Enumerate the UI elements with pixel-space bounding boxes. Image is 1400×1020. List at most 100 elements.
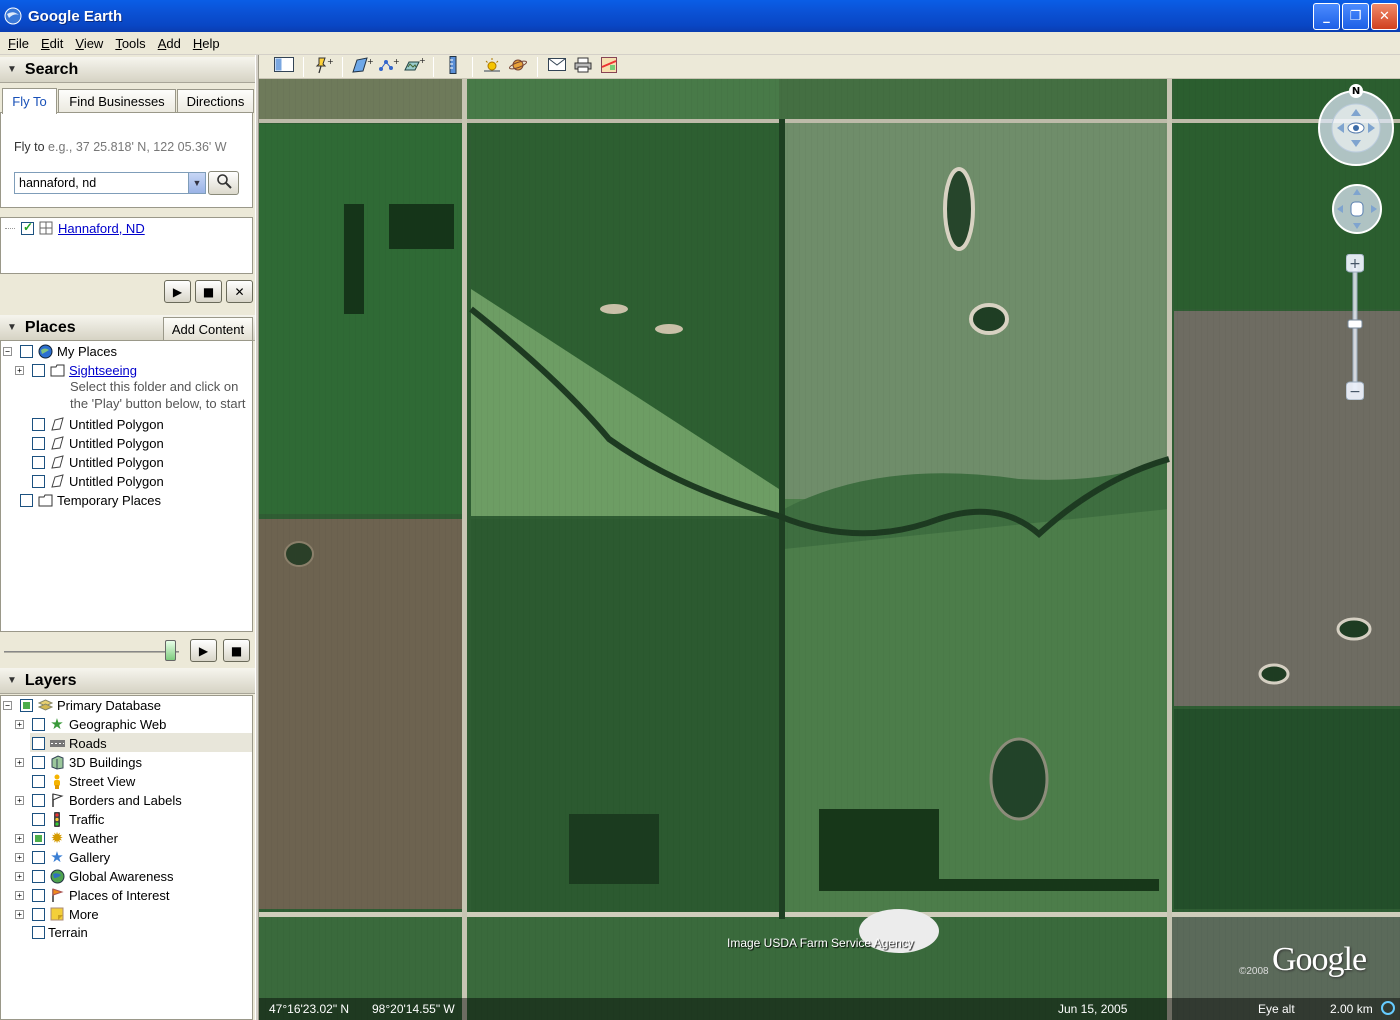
expand-icon[interactable]: + — [15, 871, 24, 881]
expand-icon[interactable]: + — [15, 719, 24, 729]
tree-item-sightseeing[interactable]: + Sightseeing — [15, 362, 137, 378]
polygon-checkbox[interactable] — [32, 474, 45, 488]
history-dropdown-button[interactable]: ▼ — [188, 173, 205, 193]
view-in-maps-button[interactable] — [596, 56, 622, 78]
search-play-button[interactable]: ▶ — [164, 280, 191, 303]
layer-places-of-interest[interactable]: + Places of Interest — [15, 887, 169, 903]
layer-traffic[interactable]: Traffic — [32, 811, 104, 827]
sightseeing-checkbox[interactable] — [32, 363, 45, 377]
layer-checkbox[interactable] — [32, 717, 45, 731]
layer-terrain[interactable]: Terrain — [32, 925, 88, 940]
result-checkbox[interactable] — [21, 220, 34, 235]
tab-directions[interactable]: Directions — [177, 89, 254, 113]
search-clear-button[interactable]: ✕ — [226, 280, 253, 303]
search-stop-button[interactable]: ■ — [195, 280, 222, 303]
tree-item-my-places[interactable]: − My Places — [3, 343, 117, 359]
expand-icon[interactable]: + — [15, 795, 24, 805]
expand-icon[interactable]: + — [15, 757, 24, 767]
menu-help[interactable]: Help — [187, 36, 226, 51]
layer-more[interactable]: + More — [15, 906, 99, 922]
my-places-checkbox[interactable] — [20, 344, 33, 358]
layer-gallery[interactable]: + ★ Gallery — [15, 849, 110, 866]
expand-icon[interactable]: + — [15, 909, 24, 919]
add-placemark-button[interactable]: + — [310, 56, 336, 78]
layer-borders-labels[interactable]: + Borders and Labels — [15, 792, 182, 808]
layer-geographic-web[interactable]: + ★ Geographic Web — [15, 716, 166, 733]
tree-item-temporary-places[interactable]: Temporary Places — [20, 492, 161, 508]
layer-3d-buildings[interactable]: + 3D Buildings — [15, 754, 142, 770]
layer-checkbox[interactable] — [32, 850, 45, 864]
menu-tools[interactable]: Tools — [109, 36, 151, 51]
add-image-overlay-button[interactable]: + — [401, 56, 427, 78]
layer-roads[interactable]: Roads — [32, 735, 107, 751]
collapse-icon[interactable]: − — [3, 700, 12, 710]
email-button[interactable] — [544, 56, 570, 78]
search-button[interactable] — [208, 171, 239, 195]
compass-north[interactable]: N — [1349, 84, 1363, 98]
layer-checkbox[interactable] — [32, 755, 45, 769]
move-joystick[interactable] — [1331, 183, 1383, 235]
look-joystick[interactable] — [1317, 89, 1395, 167]
menu-add[interactable]: Add — [152, 36, 187, 51]
layer-checkbox[interactable] — [32, 926, 45, 939]
ruler-button[interactable] — [440, 55, 466, 78]
layer-checkbox[interactable] — [32, 869, 45, 883]
tour-slider-track[interactable] — [4, 651, 179, 653]
tree-item-polygon[interactable]: Untitled Polygon — [32, 435, 164, 451]
layer-checkbox[interactable] — [32, 831, 45, 845]
close-icon: ✕ — [234, 284, 245, 299]
menu-file[interactable]: File — [2, 36, 35, 51]
add-content-button[interactable]: Add Content — [163, 317, 253, 341]
tree-item-label: Untitled Polygon — [69, 435, 164, 451]
layer-primary-database[interactable]: − Primary Database — [3, 697, 161, 713]
expand-icon[interactable]: + — [15, 890, 24, 900]
layer-checkbox[interactable] — [32, 774, 45, 788]
map-viewport[interactable]: N + − Image USDA Farm Service Agency ©20… — [259, 79, 1400, 1020]
menu-view[interactable]: View — [69, 36, 109, 51]
collapse-icon[interactable]: − — [3, 346, 12, 356]
layer-label: Places of Interest — [69, 887, 170, 903]
tree-item-polygon[interactable]: Untitled Polygon — [32, 454, 164, 470]
tree-item-label[interactable]: Sightseeing — [69, 363, 137, 378]
expand-icon[interactable]: + — [15, 833, 24, 843]
add-path-button[interactable]: + — [375, 56, 401, 78]
layer-weather[interactable]: + ✹ Weather — [15, 830, 118, 847]
layer-checkbox[interactable] — [32, 907, 45, 921]
primary-database-checkbox[interactable] — [20, 698, 33, 712]
polygon-checkbox[interactable] — [32, 436, 45, 450]
tree-item-polygon[interactable]: Untitled Polygon — [32, 416, 164, 432]
layers-stack-icon — [37, 697, 53, 713]
maximize-button[interactable]: ❐ — [1342, 3, 1369, 30]
layer-global-awareness[interactable]: + Global Awareness — [15, 868, 174, 884]
sky-mode-button[interactable] — [505, 56, 531, 78]
tour-stop-button[interactable]: ■ — [223, 639, 250, 662]
search-result-item[interactable]: Hannaford, ND — [5, 220, 145, 236]
layer-checkbox[interactable] — [32, 888, 45, 902]
temporary-places-checkbox[interactable] — [20, 493, 33, 507]
minimize-button[interactable]: _ — [1313, 3, 1340, 30]
expand-icon[interactable]: + — [15, 852, 24, 862]
tour-play-button[interactable]: ▶ — [190, 639, 217, 662]
close-button[interactable]: ✕ — [1371, 3, 1398, 30]
layers-panel-header[interactable]: ▼ Layers — [0, 668, 255, 694]
zoom-slider[interactable]: + − — [1346, 254, 1364, 400]
toggle-sidebar-button[interactable] — [271, 56, 297, 78]
add-polygon-button[interactable]: + — [349, 56, 375, 78]
fly-to-input[interactable]: hannaford, nd ▼ — [14, 172, 206, 194]
layer-street-view[interactable]: Street View — [32, 773, 135, 789]
layer-checkbox[interactable] — [32, 793, 45, 807]
search-panel-header[interactable]: ▼ Search — [0, 57, 255, 83]
tab-fly-to[interactable]: Fly To — [2, 88, 57, 114]
sunlight-button[interactable] — [479, 56, 505, 78]
menu-edit[interactable]: Edit — [35, 36, 69, 51]
tree-item-polygon[interactable]: Untitled Polygon — [32, 473, 164, 489]
print-button[interactable] — [570, 56, 596, 78]
polygon-checkbox[interactable] — [32, 455, 45, 469]
tab-find-businesses[interactable]: Find Businesses — [58, 89, 176, 113]
layer-checkbox[interactable] — [32, 812, 45, 826]
tour-slider-thumb[interactable] — [164, 640, 176, 661]
layer-checkbox[interactable] — [32, 736, 45, 750]
expand-icon[interactable]: + — [15, 365, 24, 375]
result-link[interactable]: Hannaford, ND — [58, 221, 145, 236]
polygon-checkbox[interactable] — [32, 417, 45, 431]
